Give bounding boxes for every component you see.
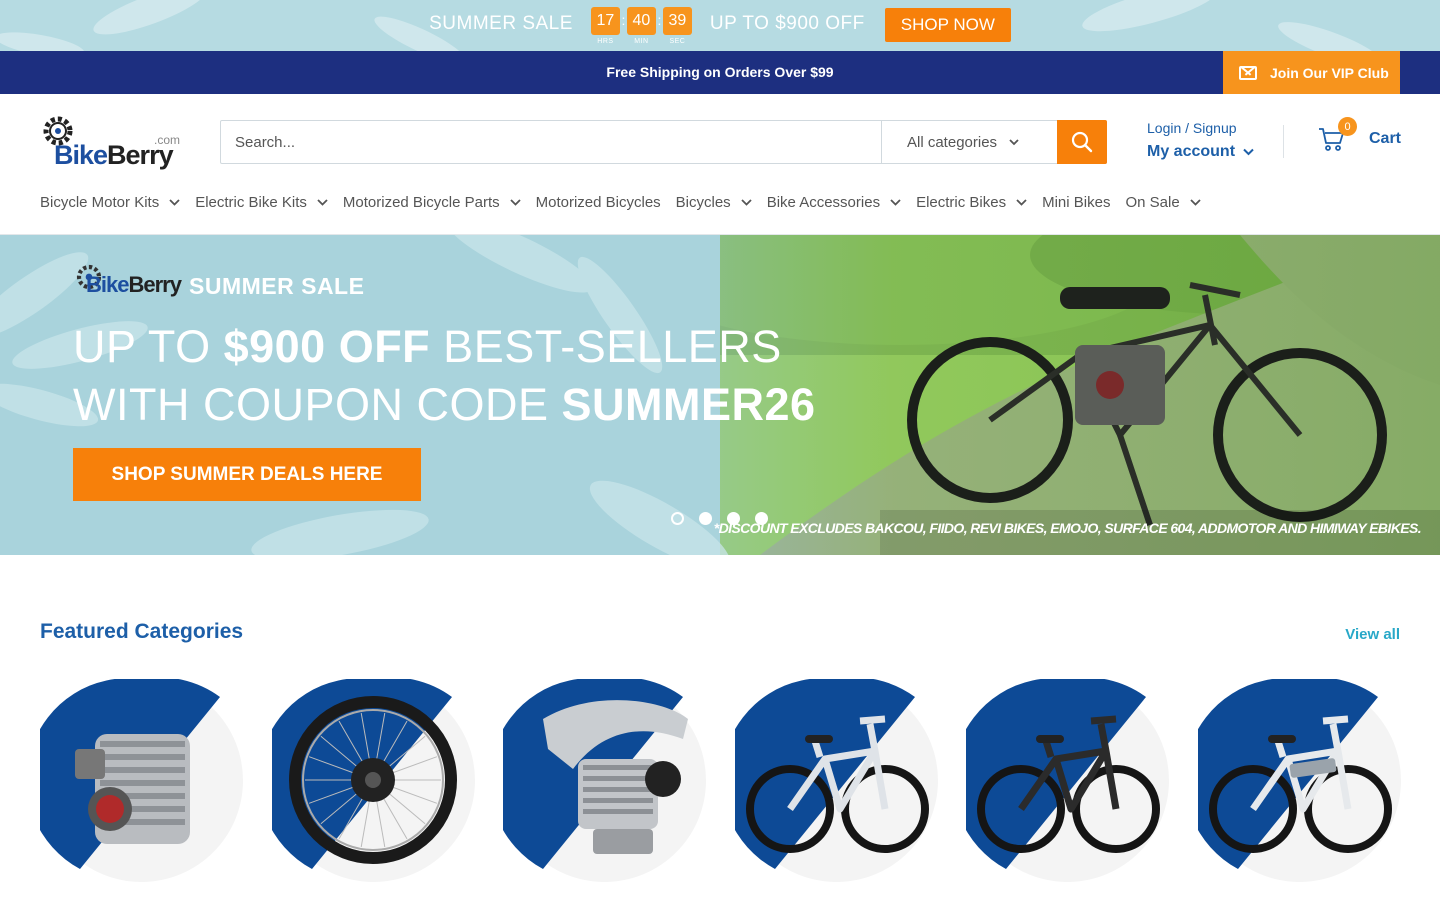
countdown-separator: :: [621, 12, 626, 28]
site-header: BikeBerry .com All categories Login / Si…: [0, 94, 1440, 190]
nav-item-label: Bike Accessories: [766, 193, 881, 211]
hero-logo: BikeBerry: [74, 262, 182, 297]
countdown-hours-label: HRS: [597, 38, 614, 45]
motorized-bicycle-icon: [734, 679, 938, 882]
category-card-3[interactable]: [503, 679, 706, 882]
nav-item-bicycles[interactable]: Bicycles: [676, 190, 752, 214]
announcement-bar: Free Shipping on Orders Over $99 Join Ou…: [0, 51, 1440, 94]
category-card-1[interactable]: [40, 679, 243, 882]
nav-item-label: Mini Bikes: [1042, 193, 1111, 211]
shop-summer-deals-button[interactable]: SHOP SUMMER DEALS HERE: [73, 448, 421, 501]
chevron-down-icon: [169, 198, 180, 206]
cart-icon: 0: [1318, 117, 1357, 153]
nav-item-electric-bikes[interactable]: Electric Bikes: [916, 190, 1027, 214]
chevron-down-icon: [890, 198, 901, 206]
countdown-timer: 17 HRS : 40 MIN : 39 SEC: [590, 7, 692, 45]
nav-item-on-sale[interactable]: On Sale: [1125, 190, 1201, 214]
cart-button[interactable]: 0 Cart: [1318, 117, 1402, 153]
nav-item-label: Motorized Bicycle Parts: [342, 193, 500, 211]
slider-dot-1[interactable]: [671, 512, 684, 525]
chevron-down-icon: [741, 198, 752, 206]
nav-item-motorized-bicycle-parts[interactable]: Motorized Bicycle Parts: [343, 190, 521, 214]
category-select-label: All categories: [907, 133, 998, 151]
chevron-down-icon: [1190, 198, 1201, 206]
header-divider: [1283, 125, 1284, 158]
category-card-6[interactable]: [1197, 679, 1401, 882]
nav-item-label: On Sale: [1125, 193, 1180, 211]
login-signup-link[interactable]: Login / Signup: [1147, 120, 1254, 136]
hero-logo-wordmark: BikeBerry: [86, 272, 182, 297]
countdown-hours: 17 HRS: [590, 7, 620, 45]
nav-item-mini-bikes[interactable]: Mini Bikes: [1042, 190, 1110, 214]
view-all-link[interactable]: View all: [1345, 626, 1400, 643]
nav-item-label: Bicycle Motor Kits: [40, 193, 160, 211]
vip-club-button[interactable]: Join Our VIP Club: [1223, 51, 1400, 94]
exhaust-engine-icon: [503, 679, 706, 882]
countdown-seconds-label: SEC: [669, 38, 686, 45]
account-area: Login / Signup My account: [1147, 120, 1254, 161]
countdown-seconds-value: 39: [662, 7, 692, 35]
hero-headline-1: UP TO $900 OFF BEST-SELLERS: [73, 321, 782, 372]
vip-club-label: Join Our VIP Club: [1270, 64, 1389, 81]
slider-dot-4[interactable]: [755, 512, 768, 525]
search-icon: [1071, 131, 1093, 153]
featured-categories-list: [40, 679, 1402, 900]
slider-dot-3[interactable]: [727, 512, 740, 525]
countdown-minutes-label: MIN: [634, 38, 649, 45]
nav-item-bicycle-motor-kits[interactable]: Bicycle Motor Kits: [40, 190, 180, 214]
category-card-4[interactable]: [734, 679, 938, 882]
search-bar: All categories: [220, 120, 1107, 164]
nav-item-label: Electric Bikes: [916, 193, 1007, 211]
logo-suffix: .com: [153, 133, 180, 147]
mail-icon: [1239, 65, 1257, 80]
countdown-seconds: 39 SEC: [662, 7, 692, 45]
ebike-wheel-icon: [271, 679, 475, 882]
nav-item-motorized-bicycles[interactable]: Motorized Bicycles: [536, 190, 661, 214]
hero-disclaimer: *DISCOUNT EXCLUDES BAKCOU, FIIDO, REVI B…: [713, 520, 1422, 536]
search-button[interactable]: [1057, 120, 1107, 164]
search-input[interactable]: [221, 121, 881, 163]
countdown-minutes-value: 40: [626, 7, 656, 35]
nav-item-label: Motorized Bicycles: [535, 193, 661, 211]
chevron-down-icon: [509, 198, 521, 206]
slider-dots: [671, 512, 783, 525]
shop-now-button[interactable]: SHOP NOW: [884, 8, 1011, 42]
my-account-dropdown[interactable]: My account: [1147, 143, 1254, 161]
chevron-down-icon: [317, 198, 328, 206]
countdown-separator: :: [657, 12, 662, 28]
cruiser-bicycle-icon: [966, 679, 1169, 882]
cart-count-badge: 0: [1338, 117, 1357, 136]
electric-bike-icon: [1197, 679, 1401, 882]
hero-banner[interactable]: BikeBerry SUMMER SALE UP TO $900 OFF BES…: [0, 235, 1440, 555]
countdown-minutes: 40 MIN: [626, 7, 656, 45]
nav-item-electric-bike-kits[interactable]: Electric Bike Kits: [195, 190, 328, 214]
promo-offer: UP TO $900 OFF: [709, 13, 865, 34]
hero-summer-sale: SUMMER SALE: [189, 273, 365, 299]
hero-headline-2: WITH COUPON CODE SUMMER26: [73, 379, 816, 430]
promo-bar: SUMMER SALE 17 HRS : 40 MIN : 39 SEC UP …: [0, 0, 1440, 51]
chevron-down-icon: [1009, 138, 1019, 145]
category-card-5[interactable]: [966, 679, 1169, 882]
site-logo[interactable]: BikeBerry .com: [40, 113, 182, 171]
cart-label: Cart: [1369, 130, 1402, 147]
category-select[interactable]: All categories: [881, 121, 1057, 163]
promo-title: SUMMER SALE: [429, 13, 573, 34]
countdown-hours-value: 17: [590, 7, 620, 35]
chevron-down-icon: [1243, 148, 1254, 156]
my-account-label: My account: [1147, 143, 1236, 160]
featured-categories-title: Featured Categories: [40, 620, 244, 643]
nav-item-label: Electric Bike Kits: [195, 193, 307, 211]
category-card-2[interactable]: [271, 679, 475, 882]
nav-item-label: Bicycles: [675, 193, 731, 211]
nav-item-bike-accessories[interactable]: Bike Accessories: [767, 190, 901, 214]
chevron-down-icon: [1016, 198, 1027, 206]
slider-dot-2[interactable]: [699, 512, 712, 525]
engine-kit-icon: [40, 679, 243, 882]
main-nav: Bicycle Motor Kits Electric Bike Kits Moto…: [40, 190, 1216, 234]
